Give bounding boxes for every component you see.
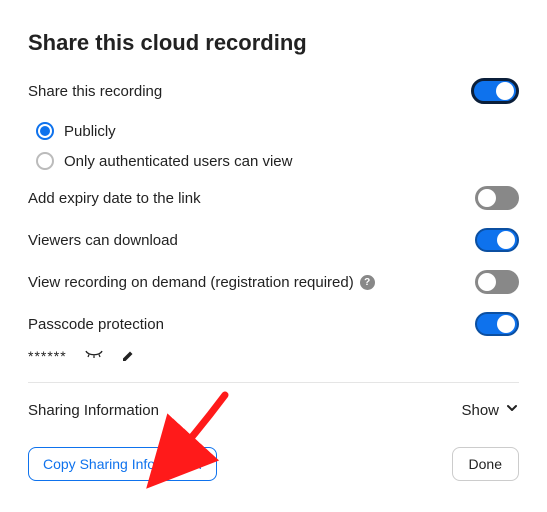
done-button[interactable]: Done <box>452 447 519 481</box>
dialog-title: Share this cloud recording <box>28 30 519 56</box>
expiry-toggle[interactable] <box>475 186 519 210</box>
on-demand-toggle[interactable] <box>475 270 519 294</box>
radio-authenticated-input[interactable] <box>36 152 54 170</box>
divider <box>28 382 519 383</box>
passcode-label: Passcode protection <box>28 316 164 333</box>
passcode-masked: ****** <box>28 348 67 364</box>
share-recording-toggle[interactable] <box>471 78 519 104</box>
share-recording-label: Share this recording <box>28 83 162 100</box>
radio-publicly-label: Publicly <box>64 123 116 140</box>
show-passcode-icon[interactable] <box>85 350 103 362</box>
radio-authenticated[interactable]: Only authenticated users can view <box>36 152 519 170</box>
on-demand-label: View recording on demand (registration r… <box>28 274 375 291</box>
radio-authenticated-label: Only authenticated users can view <box>64 153 292 170</box>
passcode-toggle[interactable] <box>475 312 519 336</box>
sharing-info-label: Sharing Information <box>28 402 159 419</box>
download-label: Viewers can download <box>28 232 178 249</box>
copy-sharing-info-button[interactable]: Copy Sharing Information <box>28 447 217 481</box>
radio-publicly[interactable]: Publicly <box>36 122 519 140</box>
chevron-down-icon <box>505 401 519 419</box>
show-sharing-info-button[interactable]: Show <box>461 401 519 419</box>
radio-publicly-input[interactable] <box>36 122 54 140</box>
edit-passcode-icon[interactable] <box>121 349 135 363</box>
expiry-label: Add expiry date to the link <box>28 190 201 207</box>
help-icon[interactable]: ? <box>360 275 375 290</box>
download-toggle[interactable] <box>475 228 519 252</box>
